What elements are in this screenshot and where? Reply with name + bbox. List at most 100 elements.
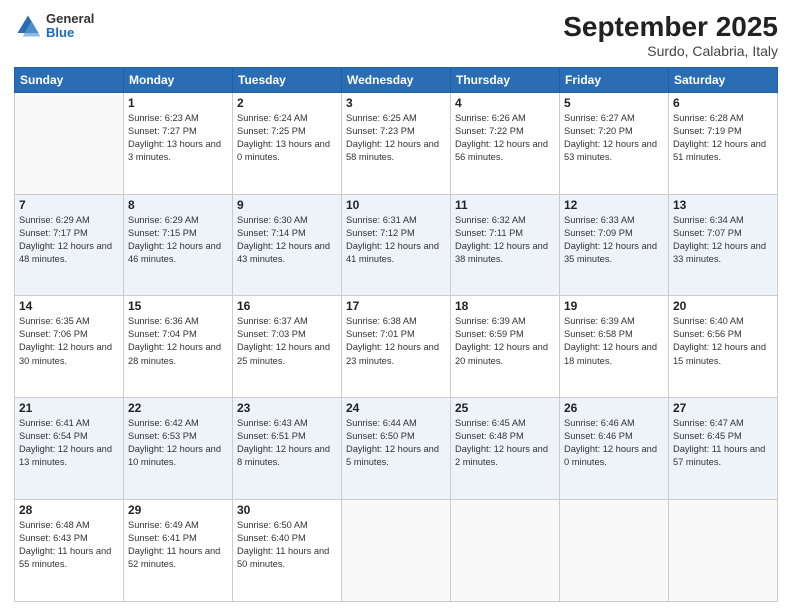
logo: General Blue [14, 12, 94, 41]
day-info: Sunrise: 6:27 AMSunset: 7:20 PMDaylight:… [564, 112, 664, 164]
day-number: 29 [128, 503, 228, 517]
day-info: Sunrise: 6:25 AMSunset: 7:23 PMDaylight:… [346, 112, 446, 164]
table-row: 7Sunrise: 6:29 AMSunset: 7:17 PMDaylight… [15, 194, 124, 296]
table-row: 29 Sunrise: 6:49 AMSunset: 6:41 PMDayligh… [124, 500, 233, 602]
table-row: 19 Sunrise: 6:39 AMSunset: 6:58 PMDayligh… [560, 296, 669, 398]
table-row: 25Sunrise: 6:45 AMSunset: 6:48 PMDayligh… [451, 398, 560, 500]
day-info: Sunrise: 6:49 AMSunset: 6:41 PMDaylight:… [128, 519, 228, 571]
calendar-subtitle: Surdo, Calabria, Italy [563, 43, 778, 59]
logo-text: General Blue [46, 12, 94, 41]
table-row: 22 Sunrise: 6:42 AMSunset: 6:53 PMDayligh… [124, 398, 233, 500]
day-info: Sunrise: 6:29 AMSunset: 7:17 PMDaylight:… [19, 214, 119, 266]
calendar-row: 28Sunrise: 6:48 AMSunset: 6:43 PMDayligh… [15, 500, 778, 602]
table-row: 4Sunrise: 6:26 AMSunset: 7:22 PMDaylight… [451, 92, 560, 194]
day-number: 19 [564, 299, 664, 313]
table-row [669, 500, 778, 602]
day-info: Sunrise: 6:34 AMSunset: 7:07 PMDaylight:… [673, 214, 773, 266]
table-row: 23 Sunrise: 6:43 AMSunset: 6:51 PMDayligh… [233, 398, 342, 500]
table-row: 1 Sunrise: 6:23 AMSunset: 7:27 PMDaylight… [124, 92, 233, 194]
day-number: 24 [346, 401, 446, 415]
day-number: 5 [564, 96, 664, 110]
table-row: 16 Sunrise: 6:37 AMSunset: 7:03 PMDayligh… [233, 296, 342, 398]
day-info: Sunrise: 6:32 AMSunset: 7:11 PMDaylight:… [455, 214, 555, 266]
day-number: 21 [19, 401, 119, 415]
table-row: 30Sunrise: 6:50 AMSunset: 6:40 PMDayligh… [233, 500, 342, 602]
col-sunday: Sunday [15, 67, 124, 92]
day-info: Sunrise: 6:39 AMSunset: 6:59 PMDaylight:… [455, 315, 555, 367]
day-info: Sunrise: 6:23 AMSunset: 7:27 PMDaylight:… [128, 112, 228, 164]
col-tuesday: Tuesday [233, 67, 342, 92]
day-number: 10 [346, 198, 446, 212]
logo-blue: Blue [46, 26, 94, 40]
table-row: 15Sunrise: 6:36 AMSunset: 7:04 PMDayligh… [124, 296, 233, 398]
calendar-title: September 2025 [563, 12, 778, 43]
day-info: Sunrise: 6:30 AMSunset: 7:14 PMDaylight:… [237, 214, 337, 266]
table-row: 18Sunrise: 6:39 AMSunset: 6:59 PMDayligh… [451, 296, 560, 398]
table-row: 28Sunrise: 6:48 AMSunset: 6:43 PMDayligh… [15, 500, 124, 602]
day-number: 12 [564, 198, 664, 212]
day-info: Sunrise: 6:48 AMSunset: 6:43 PMDaylight:… [19, 519, 119, 571]
table-row: 9 Sunrise: 6:30 AMSunset: 7:14 PMDaylight… [233, 194, 342, 296]
logo-general: General [46, 12, 94, 26]
day-info: Sunrise: 6:39 AMSunset: 6:58 PMDaylight:… [564, 315, 664, 367]
day-number: 27 [673, 401, 773, 415]
day-number: 23 [237, 401, 337, 415]
col-thursday: Thursday [451, 67, 560, 92]
day-number: 16 [237, 299, 337, 313]
day-number: 4 [455, 96, 555, 110]
day-info: Sunrise: 6:36 AMSunset: 7:04 PMDaylight:… [128, 315, 228, 367]
day-number: 11 [455, 198, 555, 212]
day-number: 30 [237, 503, 337, 517]
table-row [15, 92, 124, 194]
header: General Blue September 2025 Surdo, Calab… [14, 12, 778, 59]
table-row [560, 500, 669, 602]
table-row: 5 Sunrise: 6:27 AMSunset: 7:20 PMDaylight… [560, 92, 669, 194]
day-number: 26 [564, 401, 664, 415]
day-number: 1 [128, 96, 228, 110]
day-number: 8 [128, 198, 228, 212]
day-info: Sunrise: 6:31 AMSunset: 7:12 PMDaylight:… [346, 214, 446, 266]
table-row: 27 Sunrise: 6:47 AMSunset: 6:45 PMDayligh… [669, 398, 778, 500]
day-number: 3 [346, 96, 446, 110]
day-number: 9 [237, 198, 337, 212]
day-number: 14 [19, 299, 119, 313]
table-row: 3 Sunrise: 6:25 AMSunset: 7:23 PMDaylight… [342, 92, 451, 194]
day-number: 17 [346, 299, 446, 313]
day-info: Sunrise: 6:42 AMSunset: 6:53 PMDaylight:… [128, 417, 228, 469]
table-row: 17 Sunrise: 6:38 AMSunset: 7:01 PMDayligh… [342, 296, 451, 398]
day-info: Sunrise: 6:38 AMSunset: 7:01 PMDaylight:… [346, 315, 446, 367]
col-monday: Monday [124, 67, 233, 92]
table-row [342, 500, 451, 602]
table-row: 12 Sunrise: 6:33 AMSunset: 7:09 PMDayligh… [560, 194, 669, 296]
table-row: 10 Sunrise: 6:31 AMSunset: 7:12 PMDayligh… [342, 194, 451, 296]
calendar-row: 7Sunrise: 6:29 AMSunset: 7:17 PMDaylight… [15, 194, 778, 296]
table-row: 21 Sunrise: 6:41 AMSunset: 6:54 PMDayligh… [15, 398, 124, 500]
page: General Blue September 2025 Surdo, Calab… [0, 0, 792, 612]
day-info: Sunrise: 6:46 AMSunset: 6:46 PMDaylight:… [564, 417, 664, 469]
table-row: 24 Sunrise: 6:44 AMSunset: 6:50 PMDayligh… [342, 398, 451, 500]
day-info: Sunrise: 6:33 AMSunset: 7:09 PMDaylight:… [564, 214, 664, 266]
day-info: Sunrise: 6:43 AMSunset: 6:51 PMDaylight:… [237, 417, 337, 469]
table-row [451, 500, 560, 602]
table-row: 13 Sunrise: 6:34 AMSunset: 7:07 PMDayligh… [669, 194, 778, 296]
calendar-header-row: Sunday Monday Tuesday Wednesday Thursday… [15, 67, 778, 92]
day-info: Sunrise: 6:44 AMSunset: 6:50 PMDaylight:… [346, 417, 446, 469]
day-number: 25 [455, 401, 555, 415]
table-row: 11 Sunrise: 6:32 AMSunset: 7:11 PMDayligh… [451, 194, 560, 296]
day-number: 13 [673, 198, 773, 212]
col-wednesday: Wednesday [342, 67, 451, 92]
table-row: 20 Sunrise: 6:40 AMSunset: 6:56 PMDayligh… [669, 296, 778, 398]
day-number: 2 [237, 96, 337, 110]
day-info: Sunrise: 6:41 AMSunset: 6:54 PMDaylight:… [19, 417, 119, 469]
day-info: Sunrise: 6:40 AMSunset: 6:56 PMDaylight:… [673, 315, 773, 367]
table-row: 8Sunrise: 6:29 AMSunset: 7:15 PMDaylight… [124, 194, 233, 296]
day-info: Sunrise: 6:28 AMSunset: 7:19 PMDaylight:… [673, 112, 773, 164]
day-info: Sunrise: 6:24 AMSunset: 7:25 PMDaylight:… [237, 112, 337, 164]
col-friday: Friday [560, 67, 669, 92]
day-number: 22 [128, 401, 228, 415]
col-saturday: Saturday [669, 67, 778, 92]
day-info: Sunrise: 6:47 AMSunset: 6:45 PMDaylight:… [673, 417, 773, 469]
calendar-table: Sunday Monday Tuesday Wednesday Thursday… [14, 67, 778, 602]
day-info: Sunrise: 6:37 AMSunset: 7:03 PMDaylight:… [237, 315, 337, 367]
day-number: 20 [673, 299, 773, 313]
